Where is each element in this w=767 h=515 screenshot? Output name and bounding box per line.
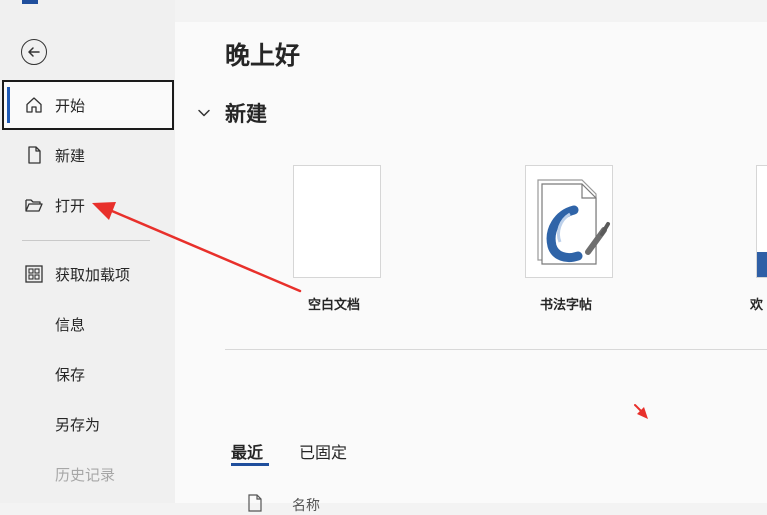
folder-open-icon <box>24 195 44 215</box>
sidebar-item-label: 开始 <box>55 96 86 115</box>
new-section-title: 新建 <box>225 102 267 126</box>
back-arrow-icon <box>28 47 40 57</box>
sidebar-item-info[interactable]: 信息 <box>2 299 174 349</box>
sidebar-item-label: 获取加载项 <box>55 265 131 284</box>
sidebar-item-home[interactable]: 开始 <box>2 80 174 130</box>
template-label: 书法字帖 <box>540 298 593 313</box>
sidebar-item-history: 历史记录 <box>2 449 174 499</box>
sidebar-item-open[interactable]: 打开 <box>2 180 174 230</box>
sidebar-item-label: 新建 <box>55 146 86 165</box>
template-label: 空白文档 <box>308 298 361 313</box>
sidebar-item-label: 信息 <box>55 315 86 334</box>
active-tab-indicator <box>231 463 269 466</box>
home-icon <box>24 95 44 115</box>
grid-icon <box>24 264 44 284</box>
template-label: 欢 <box>750 298 764 313</box>
section-divider <box>225 349 767 350</box>
greeting-heading: 晚上好 <box>225 41 301 70</box>
sidebar-item-save[interactable]: 保存 <box>2 349 174 399</box>
backstage-sidebar: 开始 新建 打开 获取加载项 信息 保存 另存为 历史记录 <box>0 0 175 503</box>
sidebar-divider <box>22 240 150 241</box>
calligraphy-brush-icon <box>537 179 610 265</box>
main-panel: 晚上好 新建 空白文档 书法字帖 欢 最近 已固定 名称 <box>175 22 767 514</box>
app-logo-fragment <box>22 0 38 4</box>
file-type-icon <box>248 494 262 512</box>
tab-pinned[interactable]: 已固定 <box>299 439 347 463</box>
sidebar-item-label: 保存 <box>55 365 86 384</box>
template-calligraphy[interactable] <box>525 165 613 278</box>
back-button[interactable] <box>21 39 47 65</box>
template-welcome[interactable] <box>756 165 767 278</box>
new-document-icon <box>24 145 44 165</box>
chevron-down-icon[interactable] <box>197 106 211 120</box>
list-header-name: 名称 <box>292 498 320 514</box>
sidebar-item-new[interactable]: 新建 <box>2 130 174 180</box>
sidebar-item-label: 打开 <box>55 196 86 215</box>
sidebar-item-label: 另存为 <box>55 415 101 434</box>
sidebar-item-get-addins[interactable]: 获取加载项 <box>2 249 174 299</box>
sidebar-item-label: 历史记录 <box>55 465 116 484</box>
sidebar-item-save-as[interactable]: 另存为 <box>2 399 174 449</box>
template-blank-document[interactable] <box>293 165 381 278</box>
tab-recent[interactable]: 最近 <box>231 439 263 463</box>
